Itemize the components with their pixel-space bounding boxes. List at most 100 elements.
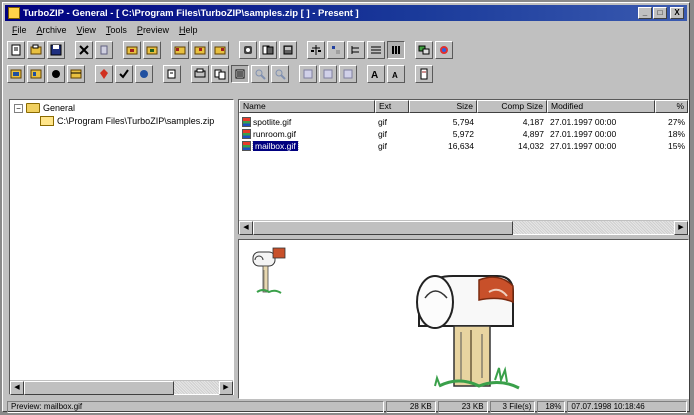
- status-ratio: 18%: [537, 401, 566, 413]
- folder-open-icon[interactable]: [191, 41, 209, 59]
- save-icon[interactable]: [47, 41, 65, 59]
- scroll-left-icon[interactable]: ◀: [239, 221, 253, 235]
- file-row[interactable]: spotlite.gif gif 5,794 4,187 27.01.1997 …: [239, 116, 688, 128]
- view-icon[interactable]: [239, 41, 257, 59]
- collapse-icon[interactable]: −: [14, 103, 23, 113]
- details-view-icon[interactable]: [367, 41, 385, 59]
- menu-preview[interactable]: Preview: [132, 25, 174, 35]
- scroll-right-icon[interactable]: ▶: [219, 381, 233, 395]
- add-icon[interactable]: [123, 41, 141, 59]
- zoom-in-icon[interactable]: [251, 65, 269, 83]
- folder-view-icon[interactable]: [171, 41, 189, 59]
- file-comp-size: 14,032: [518, 141, 544, 151]
- preview-toggle-icon[interactable]: [211, 65, 229, 83]
- zoom-out-icon[interactable]: [271, 65, 289, 83]
- scales-icon[interactable]: [307, 41, 325, 59]
- menu-bar: File Archive View Tools Preview Help: [7, 23, 202, 37]
- extract-icon[interactable]: [143, 41, 161, 59]
- app-window: TurboZIP - General - [ C:\Program Files\…: [2, 2, 690, 413]
- tag-icon[interactable]: [95, 65, 113, 83]
- tile-icon[interactable]: [299, 65, 317, 83]
- test-icon[interactable]: [135, 65, 153, 83]
- list-horizontal-scrollbar[interactable]: ◀ ▶: [239, 220, 688, 235]
- app-icon[interactable]: [8, 7, 20, 19]
- file-row-selected[interactable]: mailbox.gif gif 16,634 14,032 27.01.1997…: [239, 140, 688, 152]
- maximize-button[interactable]: □: [653, 7, 667, 19]
- menu-tools[interactable]: Tools: [101, 25, 132, 35]
- file-ext: gif: [378, 141, 387, 151]
- scroll-thumb[interactable]: [24, 381, 174, 395]
- scroll-left-icon[interactable]: ◀: [10, 381, 24, 395]
- print-icon[interactable]: [279, 41, 297, 59]
- file-modified: 27.01.1997 00:00: [550, 117, 617, 127]
- status-file-count: 3 File(s): [489, 401, 536, 413]
- folder-close-icon[interactable]: [211, 41, 229, 59]
- svg-text:A: A: [371, 70, 378, 80]
- menu-file[interactable]: File: [7, 25, 32, 35]
- column-header-percent[interactable]: %: [655, 100, 688, 113]
- mailbox-preview-image: [252, 247, 520, 390]
- font-larger-icon[interactable]: A: [367, 65, 385, 83]
- archive-folder-icon: [40, 116, 54, 126]
- window-icon[interactable]: [7, 65, 25, 83]
- status-compressed-size: 23 KB: [437, 401, 488, 413]
- tree-view-icon[interactable]: [347, 41, 365, 59]
- column-header-modified[interactable]: Modified: [547, 100, 655, 113]
- status-total-size: 28 KB: [385, 401, 436, 413]
- window-title: TurboZIP - General - [ C:\Program Files\…: [23, 7, 359, 19]
- calendar-icon[interactable]: [67, 65, 85, 83]
- folder-tree-pane[interactable]: − General C:\Program Files\TurboZIP\samp…: [9, 99, 234, 395]
- status-bar: Preview: mailbox.gif 28 KB 23 KB 3 File(…: [7, 401, 687, 413]
- file-modified: 27.01.1997 00:00: [550, 141, 617, 151]
- tree-node-general[interactable]: − General: [14, 102, 75, 114]
- file-row[interactable]: runroom.gif gif 5,972 4,897 27.01.1997 0…: [239, 128, 688, 140]
- file-ratio: 27%: [667, 117, 685, 127]
- file-ext: gif: [378, 129, 387, 139]
- file-comp-size: 4,897: [522, 129, 544, 139]
- copy-icon[interactable]: [163, 65, 181, 83]
- print-preview-icon[interactable]: [191, 65, 209, 83]
- scroll-thumb[interactable]: [253, 221, 513, 235]
- new-icon[interactable]: [7, 41, 25, 59]
- file-list-pane[interactable]: Name Ext Size Comp Size Modified % spotl…: [238, 99, 689, 235]
- title-bar[interactable]: TurboZIP - General - [ C:\Program Files\…: [5, 5, 687, 21]
- check-icon[interactable]: [115, 65, 133, 83]
- tree-node-archive[interactable]: C:\Program Files\TurboZIP\samples.zip: [40, 115, 214, 127]
- file-size: 16,634: [448, 141, 474, 151]
- file-ratio: 15%: [667, 141, 685, 151]
- menu-view[interactable]: View: [72, 25, 101, 35]
- zoom-icon[interactable]: [259, 41, 277, 59]
- menu-help[interactable]: Help: [174, 25, 203, 35]
- column-header-ext[interactable]: Ext: [375, 100, 409, 113]
- scroll-right-icon[interactable]: ▶: [674, 221, 688, 235]
- open-icon[interactable]: [27, 41, 45, 59]
- list-view-icon[interactable]: [387, 41, 405, 59]
- sort-icon[interactable]: [327, 41, 345, 59]
- record-icon[interactable]: [47, 65, 65, 83]
- minimize-button[interactable]: _: [638, 7, 652, 19]
- restore-icon[interactable]: [339, 65, 357, 83]
- cut-icon[interactable]: [95, 41, 113, 59]
- options-icon[interactable]: [435, 41, 453, 59]
- column-header-size[interactable]: Size: [409, 100, 477, 113]
- gif-file-icon: [242, 129, 251, 139]
- tree-horizontal-scrollbar[interactable]: ◀ ▶: [10, 380, 233, 395]
- find-icon[interactable]: [27, 65, 45, 83]
- tree-node-label: C:\Program Files\TurboZIP\samples.zip: [57, 116, 215, 126]
- delete-icon[interactable]: [75, 41, 93, 59]
- settings-icon[interactable]: [415, 65, 433, 83]
- file-size: 5,794: [452, 117, 474, 127]
- column-header-comp-size[interactable]: Comp Size: [477, 100, 547, 113]
- file-comp-size: 4,187: [522, 117, 544, 127]
- font-smaller-icon[interactable]: A: [387, 65, 405, 83]
- close-button[interactable]: X: [670, 7, 684, 19]
- filter-icon[interactable]: [415, 41, 433, 59]
- fit-icon[interactable]: [231, 65, 249, 83]
- menu-archive[interactable]: Archive: [32, 25, 72, 35]
- file-size: 5,972: [452, 129, 474, 139]
- cascade-icon[interactable]: [319, 65, 337, 83]
- gif-file-icon: [242, 117, 251, 127]
- column-header-name[interactable]: Name: [239, 100, 375, 113]
- svg-text:A: A: [392, 71, 398, 80]
- file-modified: 27.01.1997 00:00: [550, 129, 617, 139]
